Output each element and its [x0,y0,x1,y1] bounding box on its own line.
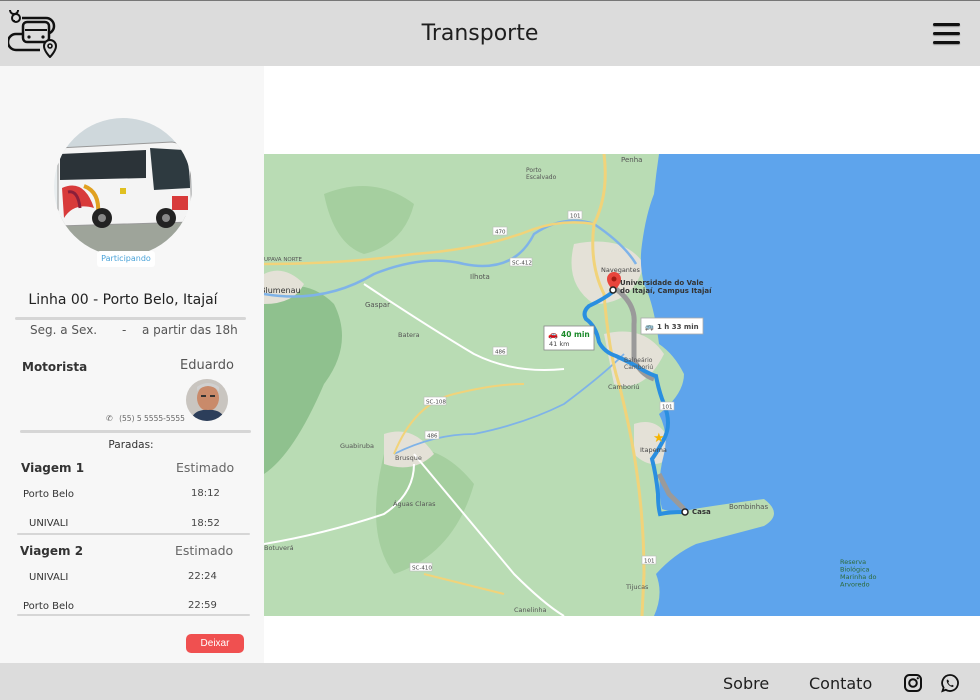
road-shield: 101 [567,210,583,220]
schedule-time: a partir das 18h [142,323,238,337]
map-label: Blumenau [264,286,301,295]
svg-text:470: 470 [495,230,506,236]
phone-icon: ✆ [106,414,113,423]
page-title: Transporte [421,21,539,46]
map-sea [640,154,980,616]
road-shield: 470 [492,226,508,236]
bus-icon: 🚌 [645,323,654,331]
map-label: Tijucas [625,583,649,591]
about-link[interactable]: Sobre [723,674,769,693]
divider [15,317,246,320]
svg-text:SC-410: SC-410 [412,566,432,572]
stop-name: UNIVALI [29,572,69,583]
road-shield: SC-410 [409,562,432,572]
driver-name: Eduardo [180,358,234,373]
car-route-time: 40 min [561,330,590,339]
road-shield: 101 [659,401,675,411]
line-name: Linha 00 - Porto Belo, Itajaí [28,292,218,308]
route-map[interactable]: ★ Penha Porto Escalvado Ilhota Gaspar Blu… [264,154,980,616]
driver-avatar [186,379,228,421]
road-shield: 486 [424,430,440,440]
schedule-separator: - [122,323,127,337]
route-end-dot [609,286,617,294]
road-shield: 101 [641,555,657,565]
map-label: Gaspar [365,301,390,309]
sidebar: Participando Linha 00 - Porto Belo, Itaj… [0,66,264,663]
instagram-icon[interactable] [903,673,923,693]
stop-time: 18:12 [191,488,220,499]
stop-time: 22:24 [188,571,217,582]
trip-title: Viagem 1 [21,461,85,475]
map-label: Águas Claras [393,499,436,508]
status-badge: Participando [97,251,155,267]
stop-name: UNIVALI [29,518,69,529]
stop-name: Porto Belo [23,489,75,500]
map-label: Camboriú [608,383,640,391]
map-label: Bombinhas [729,503,768,511]
schedule-days: Seg. a Sex. [30,323,98,337]
bus-route-callout[interactable]: 🚌 1 h 33 min [640,317,704,335]
svg-text:101: 101 [662,405,673,411]
driver-phone: ✆ (55) 5 5555-5555 [106,414,185,423]
svg-text:SC-412: SC-412 [512,261,532,267]
svg-text:101: 101 [570,214,581,220]
divider [17,533,250,535]
stop-time: 18:52 [191,518,220,529]
car-route-distance: 41 km [549,340,569,348]
road-shield: SC-108 [423,396,446,406]
car-icon: 🚗 [548,330,558,339]
bus-photo [54,118,192,256]
stop-time: 22:59 [188,600,217,611]
svg-text:486: 486 [495,350,506,356]
stops-title: Paradas: [108,439,154,451]
divider [20,430,251,433]
star-icon: ★ [653,431,665,446]
map-label: Brusque [395,454,422,462]
map-label: Batera [398,331,420,339]
road-shield: 486 [492,346,508,356]
hamburger-menu-icon[interactable] [933,23,960,45]
trip-title: Viagem 2 [20,544,84,558]
route-start-dot [681,508,689,516]
car-route-callout[interactable]: 🚗 40 min 41 km [543,325,595,351]
divider [17,614,250,616]
driver-label: Motorista [22,360,88,374]
bus-route-time: 1 h 33 min [657,323,699,331]
map-label: Universidade do Vale do Itajaí, Campus It… [620,279,712,295]
stop-name: Porto Belo [23,601,75,612]
whatsapp-icon[interactable] [940,673,960,693]
road-shield: SC-412 [509,257,533,267]
map-label: UPAVA NORTE [264,257,303,263]
app-header: Transporte [0,0,980,66]
map-label: Botuverá [264,544,294,552]
map-label: Itapema [640,446,667,454]
driver-phone-number: (55) 5 5555-5555 [119,414,185,423]
map-label: Balneário Camboriú [624,357,653,371]
svg-text:486: 486 [427,434,438,440]
map-label: Penha [621,156,642,164]
trip-estimate-label: Estimado [175,543,234,558]
map-label: Navegantes [601,266,640,274]
leave-button[interactable]: Deixar [186,634,244,653]
svg-text:SC-108: SC-108 [426,400,446,406]
map-label: Guabiruba [340,442,374,450]
app-footer: Sobre Contato [0,663,980,700]
contact-link[interactable]: Contato [809,674,872,693]
map-label: Ilhota [470,273,490,281]
svg-text:101: 101 [644,559,655,565]
map-label: Casa [692,508,711,516]
trip-estimate-label: Estimado [176,460,235,475]
map-label: Canelinha [514,606,546,614]
